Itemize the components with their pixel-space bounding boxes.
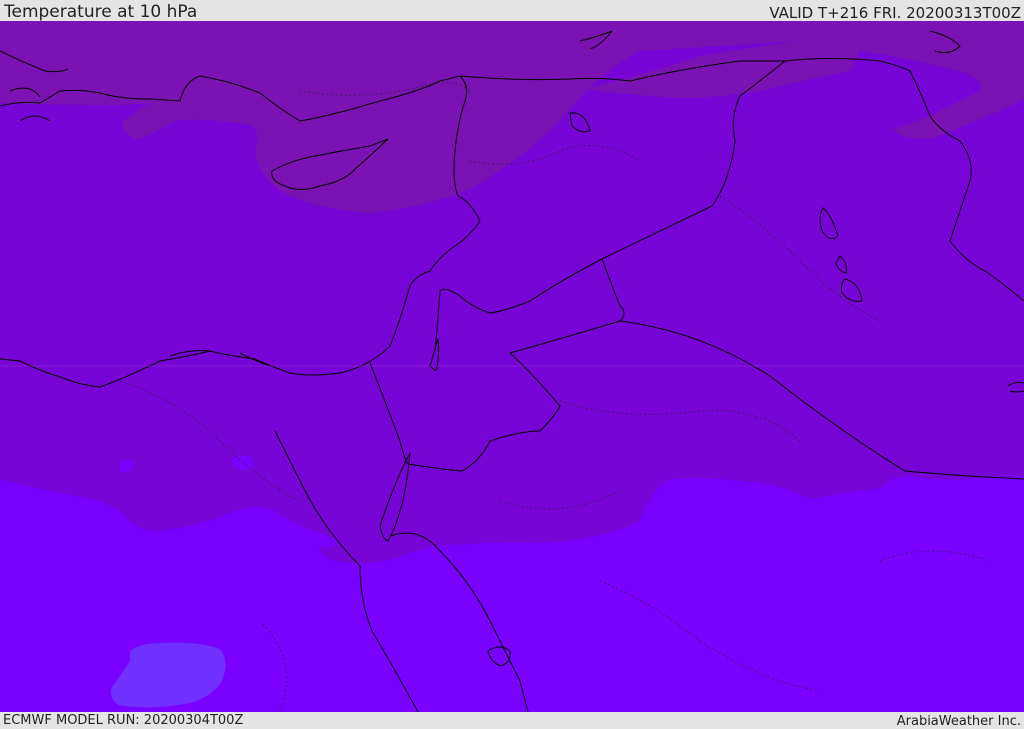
map-title: Temperature at 10 hPa [4, 2, 198, 22]
weather-map[interactable] [0, 21, 1024, 712]
credit-label: ArabiaWeather Inc. [896, 714, 1021, 729]
model-run-label: ECMWF MODEL RUN: 20200304T00Z [3, 713, 244, 728]
footer-bar: ECMWF MODEL RUN: 20200304T00Z ArabiaWeat… [0, 712, 1024, 729]
valid-time: VALID T+216 FRI. 20200313T00Z [769, 4, 1021, 22]
map-canvas [0, 21, 1024, 712]
header-bar: Temperature at 10 hPa VALID T+216 FRI. 2… [0, 0, 1024, 21]
